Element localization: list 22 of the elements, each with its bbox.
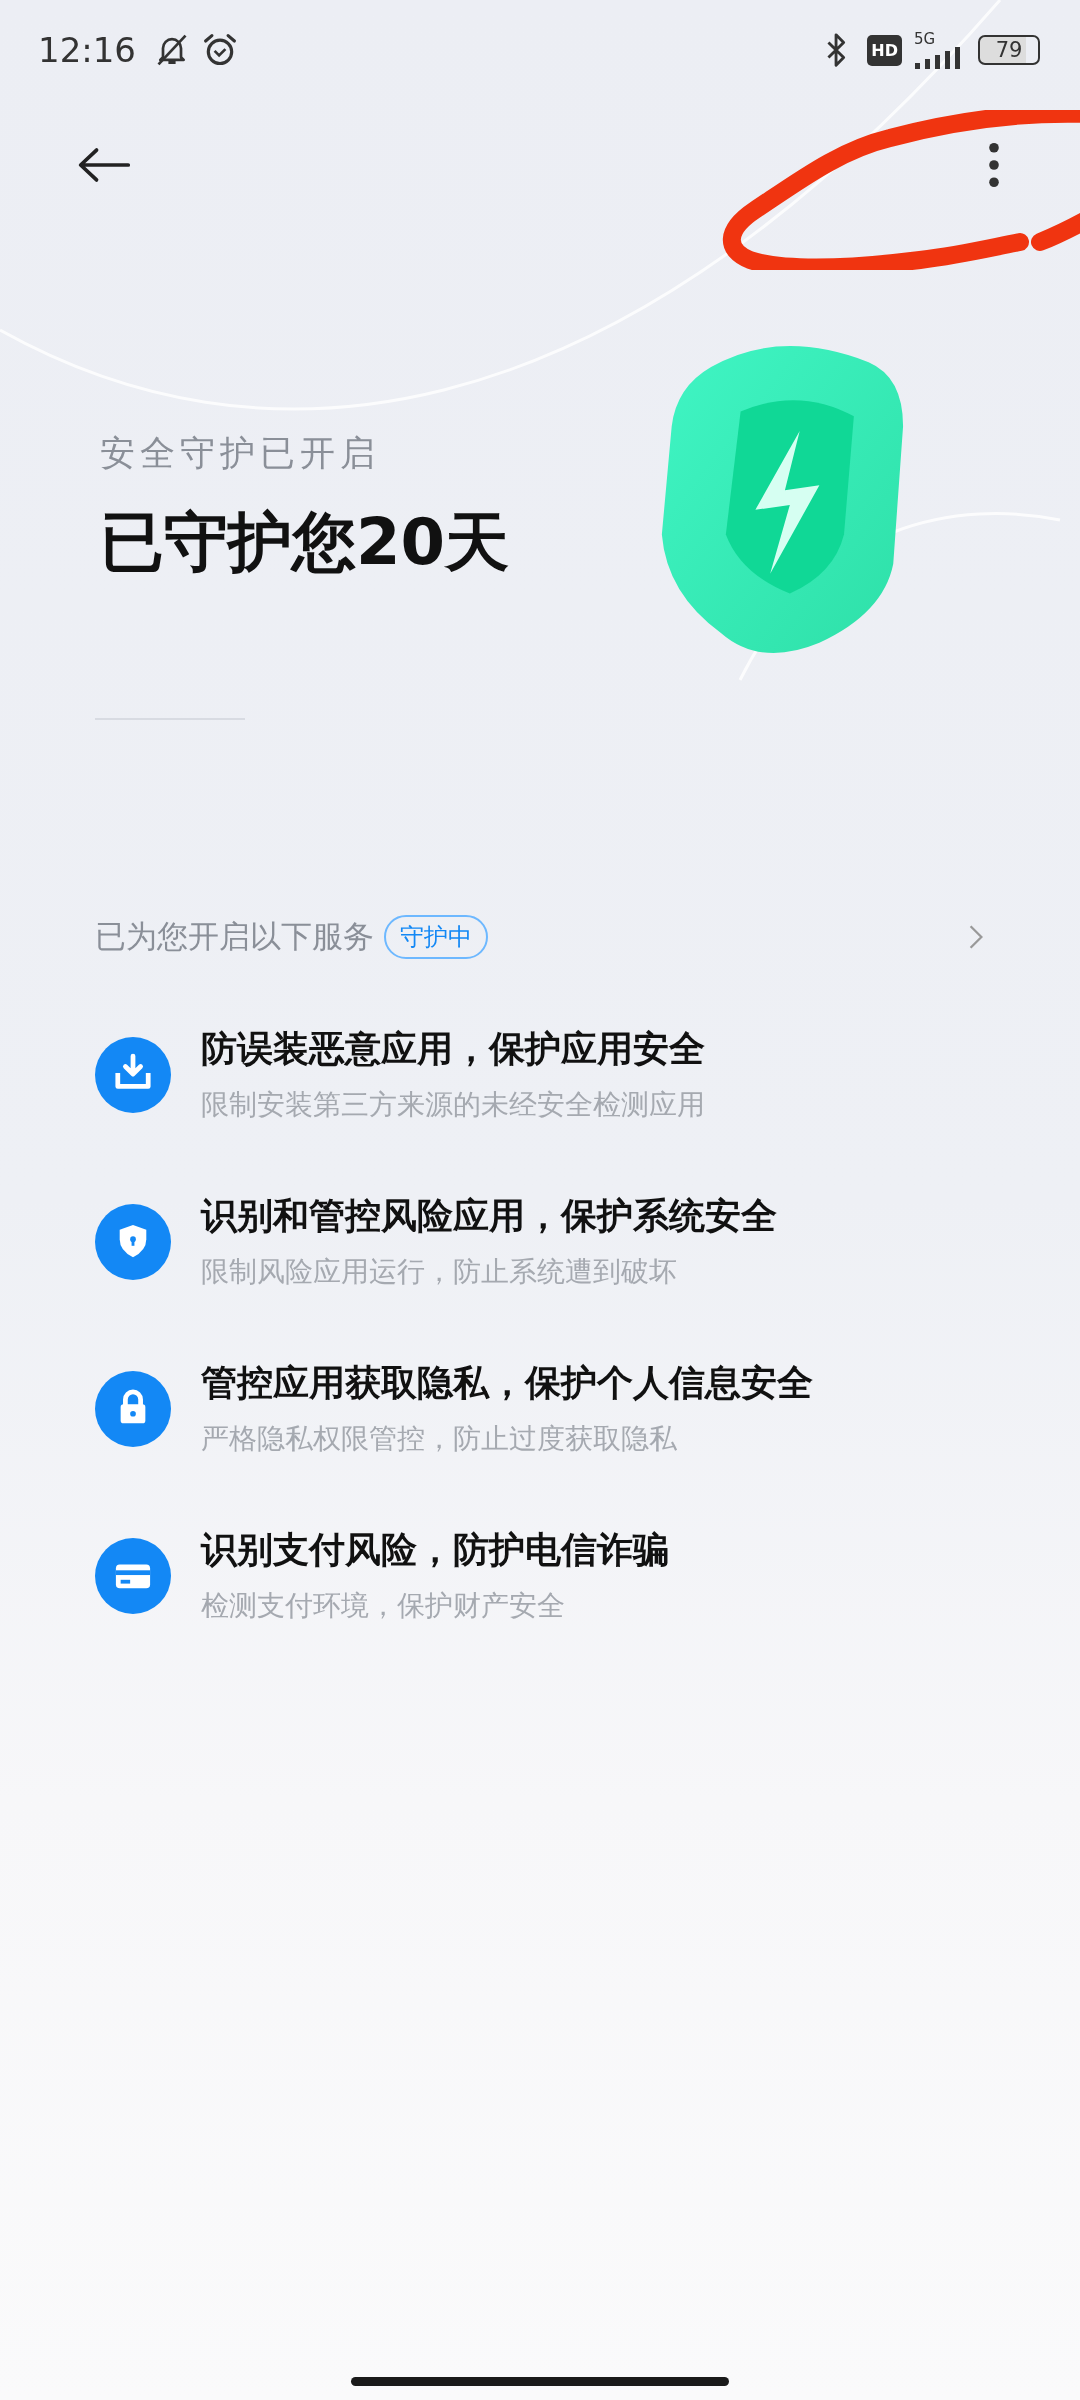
back-icon[interactable]	[76, 145, 132, 185]
clock-time: 12:16	[38, 30, 136, 70]
service-title: 识别和管控风险应用，保护系统安全	[201, 1194, 777, 1238]
services-heading: 已为您开启以下服务	[95, 917, 374, 956]
service-title: 识别支付风险，防护电信诈骗	[201, 1528, 669, 1572]
protection-days-title: 已守护您20天	[100, 504, 510, 581]
lock-icon	[95, 1370, 171, 1447]
service-description: 严格隐私权限管控，防止过度获取隐私	[201, 1421, 678, 1457]
battery-indicator: 79	[978, 35, 1040, 65]
service-title: 防误装恶意应用，保护应用安全	[201, 1027, 705, 1071]
network-type: 5G	[914, 31, 936, 47]
status-badge: 守护中	[384, 915, 488, 959]
service-description: 限制安装第三方来源的未经安全检测应用	[201, 1087, 705, 1123]
more-icon[interactable]	[988, 142, 1000, 188]
network-badge: HD	[867, 34, 902, 66]
shield-icon	[95, 1203, 171, 1280]
status-subtitle: 安全守护已开启	[100, 432, 381, 475]
service-description: 检测支付环境，保护财产安全	[201, 1588, 566, 1624]
service-description: 限制风险应用运行，防止系统遭到破坏	[201, 1254, 678, 1290]
service-title: 管控应用获取隐私，保护个人信息安全	[201, 1361, 813, 1405]
card-icon	[95, 1537, 171, 1614]
download-icon	[95, 1036, 171, 1113]
